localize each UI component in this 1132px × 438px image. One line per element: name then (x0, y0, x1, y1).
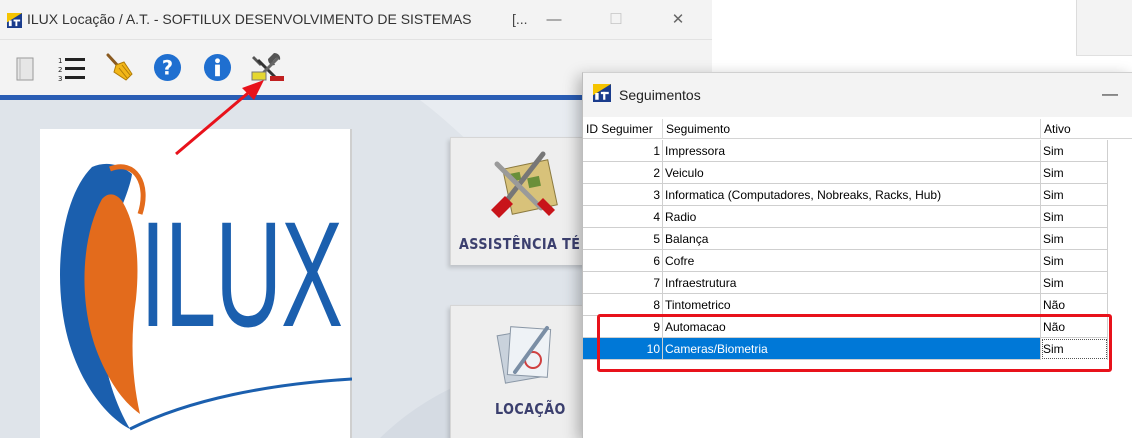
contract-icon (496, 326, 552, 384)
cell-seguimento: Tintometrico (663, 294, 1041, 316)
assistencia-tile-label: ASSISTÊNCIA TÉ (459, 235, 581, 253)
cell-id: 3 (583, 184, 663, 206)
cell-id: 5 (583, 228, 663, 250)
cell-id: 8 (583, 294, 663, 316)
seguimentos-dialog: Seguimentos — ID Seguimer Seguimento Ati… (582, 72, 1132, 438)
column-header-ativo[interactable]: Ativo (1041, 119, 1108, 139)
table-row[interactable]: 3 Informatica (Computadores, Nobreaks, R… (583, 184, 1108, 206)
cell-ativo: Sim (1041, 206, 1108, 228)
locacao-tile-label: LOCAÇÃO (495, 400, 566, 418)
dialog-titlebar[interactable]: Seguimentos — (583, 73, 1132, 117)
cell-ativo: Sim (1041, 184, 1108, 206)
annotation-arrow (175, 80, 264, 156)
cell-seguimento: Impressora (663, 140, 1041, 162)
column-header-id[interactable]: ID Seguimer (583, 119, 663, 139)
main-window-title: ILUX Locação / A.T. - SOFTILUX DESENVOLV… (27, 11, 472, 27)
cell-seguimento: Radio (663, 206, 1041, 228)
cell-ativo: Sim (1041, 140, 1108, 162)
assistencia-tecnica-tile[interactable]: ASSISTÊNCIA TÉ (450, 137, 590, 265)
grid-header: ID Seguimer Seguimento Ativo (583, 119, 1132, 139)
cell-id: 4 (583, 206, 663, 228)
dialog-minimize-button[interactable]: — (1095, 81, 1125, 109)
svg-text:3: 3 (58, 75, 62, 83)
blank-icon[interactable] (14, 56, 36, 82)
maximize-button[interactable]: ☐ (596, 6, 636, 34)
main-window-title-overflow: [... (512, 11, 528, 27)
list-icon[interactable]: 1 2 3 (57, 54, 87, 84)
close-button[interactable]: ✕ (658, 6, 698, 34)
table-row[interactable]: 8 Tintometrico Não (583, 294, 1108, 316)
table-row[interactable]: 5 Balança Sim (583, 228, 1108, 250)
cell-seguimento: Veiculo (663, 162, 1041, 184)
svg-text:2: 2 (58, 66, 62, 74)
cell-seguimento: Infraestrutura (663, 272, 1041, 294)
background-window-fragment (1076, 0, 1132, 56)
annotation-highlight-box (597, 314, 1112, 372)
table-row[interactable]: 2 Veiculo Sim (583, 162, 1108, 184)
svg-text:1: 1 (58, 57, 62, 65)
broom-icon[interactable] (104, 52, 134, 82)
table-row[interactable]: 4 Radio Sim (583, 206, 1108, 228)
cell-id: 1 (583, 140, 663, 162)
seguimentos-grid[interactable]: ID Seguimer Seguimento Ativo 1 Impressor… (583, 119, 1132, 438)
locacao-tile[interactable]: LOCAÇÃO (450, 305, 590, 438)
cell-ativo: Sim (1041, 250, 1108, 272)
cell-id: 6 (583, 250, 663, 272)
cell-ativo: Sim (1041, 272, 1108, 294)
table-row[interactable]: 7 Infraestrutura Sim (583, 272, 1108, 294)
cell-ativo: Sim (1041, 162, 1108, 184)
cell-ativo: Não (1041, 294, 1108, 316)
dialog-app-icon (593, 84, 611, 102)
dialog-title: Seguimentos (619, 87, 701, 103)
table-row[interactable]: 1 Impressora Sim (583, 140, 1108, 162)
column-header-seguimento[interactable]: Seguimento (663, 119, 1041, 139)
minimize-button[interactable]: — (534, 6, 574, 34)
cell-seguimento: Informatica (Computadores, Nobreaks, Rac… (663, 184, 1041, 206)
table-row[interactable]: 6 Cofre Sim (583, 250, 1108, 272)
cell-seguimento: Cofre (663, 250, 1041, 272)
cell-seguimento: Balança (663, 228, 1041, 250)
logo-panel: ILUX (40, 129, 352, 438)
ilux-logo-text: ILUX (140, 190, 343, 358)
cell-ativo: Sim (1041, 228, 1108, 250)
app-icon (7, 13, 22, 28)
cell-id: 2 (583, 162, 663, 184)
main-titlebar[interactable]: ILUX Locação / A.T. - SOFTILUX DESENVOLV… (0, 0, 712, 40)
cell-id: 7 (583, 272, 663, 294)
tools-board-icon (491, 151, 558, 218)
